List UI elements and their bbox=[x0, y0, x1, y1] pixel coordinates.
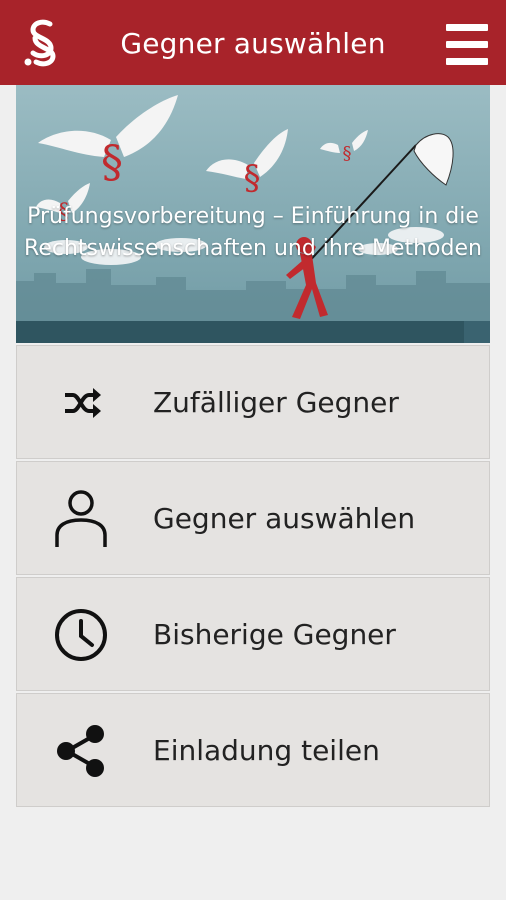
hamburger-menu-icon[interactable] bbox=[446, 24, 488, 66]
app-bar: Gegner auswählen bbox=[0, 0, 506, 85]
shuffle-icon bbox=[65, 388, 101, 418]
menu-item-label: Zufälliger Gegner bbox=[153, 386, 399, 419]
banner-title: Prüfungsvorbereitung – Einführung in die… bbox=[24, 204, 482, 261]
page-title: Gegner auswählen bbox=[120, 27, 386, 60]
hero-banner: § § § § Prüfungsvorbereitung – Einführun… bbox=[16, 85, 490, 343]
menu-item-label: Bisherige Gegner bbox=[153, 618, 396, 651]
share-invitation-button[interactable]: Einladung teilen bbox=[16, 693, 490, 807]
choose-opponent-button[interactable]: Gegner auswählen bbox=[16, 461, 490, 575]
person-icon bbox=[55, 490, 107, 547]
previous-opponents-button[interactable]: Bisherige Gegner bbox=[16, 577, 490, 691]
menu-item-label: Einladung teilen bbox=[153, 734, 380, 767]
svg-text:§: § bbox=[244, 158, 261, 198]
svg-text:§: § bbox=[343, 143, 352, 164]
random-opponent-button[interactable]: Zufälliger Gegner bbox=[16, 345, 490, 459]
svg-text:§: § bbox=[101, 137, 123, 188]
share-icon bbox=[57, 725, 104, 777]
clock-icon bbox=[55, 609, 107, 661]
opponent-menu: Zufälliger Gegner Gegner auswählen Bishe… bbox=[16, 345, 490, 809]
menu-item-label: Gegner auswählen bbox=[153, 502, 416, 535]
